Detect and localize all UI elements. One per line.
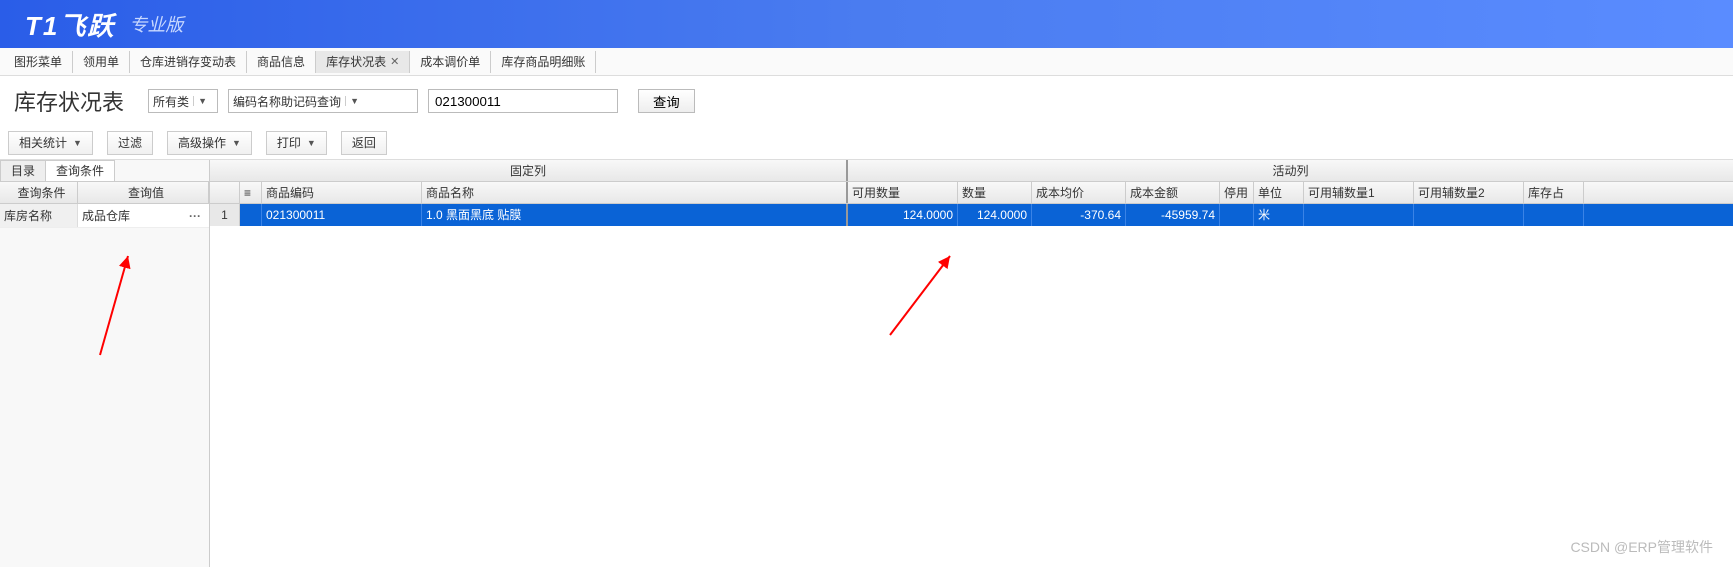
main-area: 目录 查询条件 查询条件 查询值 库房名称 成品仓库 ··· 固定列 活动列 ≡… xyxy=(0,160,1733,567)
tab-label: 商品信息 xyxy=(257,51,305,73)
advanced-button[interactable]: 高级操作 ▼ xyxy=(167,131,252,155)
col-code[interactable]: 商品编码 xyxy=(262,182,422,203)
chevron-down-icon: ▼ xyxy=(73,138,82,148)
cell-avgcost: -370.64 xyxy=(1032,204,1126,226)
sidebar-row-warehouse: 库房名称 成品仓库 ··· xyxy=(0,204,209,228)
cell-qty: 124.0000 xyxy=(958,204,1032,226)
search-field-label: 编码名称助记码查询 xyxy=(233,93,341,110)
col-aux2[interactable]: 可用辅数量2 xyxy=(1414,182,1524,203)
chevron-down-icon: ▼ xyxy=(307,138,316,148)
logo: T1飞跃 xyxy=(25,6,115,43)
col-costamt[interactable]: 成本金额 xyxy=(1126,182,1220,203)
col-name[interactable]: 商品名称 xyxy=(422,182,848,203)
cell-handle xyxy=(240,204,262,226)
query-button[interactable]: 查询 xyxy=(638,89,695,113)
watermark: CSDN @ERP管理软件 xyxy=(1570,537,1713,557)
sidebar-cond-value: 成品仓库 xyxy=(82,204,130,228)
sidebar-tab-query-cond[interactable]: 查询条件 xyxy=(45,160,115,181)
col-stock[interactable]: 库存占 xyxy=(1524,182,1584,203)
cell-stop xyxy=(1220,204,1254,226)
tab-requisition[interactable]: 领用单 xyxy=(73,51,130,73)
cell-costamt: -45959.74 xyxy=(1126,204,1220,226)
tab-label: 库存商品明细账 xyxy=(501,51,585,73)
close-icon[interactable]: ✕ xyxy=(390,51,399,73)
sidebar-header-val: 查询值 xyxy=(78,182,209,203)
sidebar-tab-catalog[interactable]: 目录 xyxy=(0,160,46,181)
col-qty[interactable]: 数量 xyxy=(958,182,1032,203)
cell-unit: 米 xyxy=(1254,204,1304,226)
group-fixed: 固定列 xyxy=(210,160,848,181)
category-value: 所有类 xyxy=(153,93,189,110)
tab-label: 库存状况表 xyxy=(326,51,386,73)
page-title: 库存状况表 xyxy=(14,85,124,117)
chevron-down-icon: ▼ xyxy=(232,138,241,148)
tab-inventory-status[interactable]: 库存状况表✕ xyxy=(316,51,410,73)
chevron-down-icon: ▼ xyxy=(345,96,363,106)
tab-strip: 图形菜单 领用单 仓库进销存变动表 商品信息 库存状况表✕ 成本调价单 库存商品… xyxy=(0,48,1733,76)
tab-label: 领用单 xyxy=(83,51,119,73)
cell-stock xyxy=(1524,204,1584,226)
chevron-down-icon: ▼ xyxy=(193,96,211,106)
edition-label: 专业版 xyxy=(129,11,183,37)
sidebar: 目录 查询条件 查询条件 查询值 库房名称 成品仓库 ··· xyxy=(0,160,210,567)
btn-label: 打印 xyxy=(277,134,301,151)
group-active: 活动列 xyxy=(848,160,1733,181)
tab-label: 图形菜单 xyxy=(14,51,62,73)
col-handle[interactable]: ≡ xyxy=(240,182,262,203)
tab-cost-adjust[interactable]: 成本调价单 xyxy=(410,51,491,73)
tab-label: 成本调价单 xyxy=(420,51,480,73)
col-stop[interactable]: 停用 xyxy=(1220,182,1254,203)
search-input[interactable] xyxy=(428,89,618,113)
col-unit[interactable]: 单位 xyxy=(1254,182,1304,203)
title-bar: 库存状况表 所有类 ▼ 编码名称助记码查询 ▼ 查询 xyxy=(0,76,1733,126)
sidebar-tabs: 目录 查询条件 xyxy=(0,160,209,182)
back-button[interactable]: 返回 xyxy=(341,131,387,155)
tab-inventory-change[interactable]: 仓库进销存变动表 xyxy=(130,51,247,73)
print-button[interactable]: 打印 ▼ xyxy=(266,131,327,155)
ellipsis-icon[interactable]: ··· xyxy=(185,204,205,228)
btn-label: 相关统计 xyxy=(19,134,67,151)
search-field-dropdown[interactable]: 编码名称助记码查询 ▼ xyxy=(228,89,418,113)
header-banner: T1飞跃 专业版 xyxy=(0,0,1733,48)
grid-group-header: 固定列 活动列 xyxy=(210,160,1733,182)
col-avail[interactable]: 可用数量 xyxy=(848,182,958,203)
cell-aux2 xyxy=(1414,204,1524,226)
filter-button[interactable]: 过滤 xyxy=(107,131,153,155)
stats-button[interactable]: 相关统计 ▼ xyxy=(8,131,93,155)
btn-label: 过滤 xyxy=(118,134,142,151)
data-grid: 固定列 活动列 ≡ 商品编码 商品名称 可用数量 数量 成本均价 成本金额 停用… xyxy=(210,160,1733,567)
tab-label: 仓库进销存变动表 xyxy=(140,51,236,73)
table-row[interactable]: 1 021300011 1.0 黑面黑底 贴膜 124.0000 124.000… xyxy=(210,204,1733,226)
cell-name: 1.0 黑面黑底 贴膜 xyxy=(422,204,848,226)
sidebar-cond-label: 库房名称 xyxy=(0,204,78,227)
tab-inventory-detail[interactable]: 库存商品明细账 xyxy=(491,51,596,73)
btn-label: 返回 xyxy=(352,134,376,151)
col-rownum xyxy=(210,182,240,203)
cell-aux1 xyxy=(1304,204,1414,226)
toolbar: 相关统计 ▼ 过滤 高级操作 ▼ 打印 ▼ 返回 xyxy=(0,126,1733,160)
sidebar-header: 查询条件 查询值 xyxy=(0,182,209,204)
col-avgcost[interactable]: 成本均价 xyxy=(1032,182,1126,203)
category-dropdown[interactable]: 所有类 ▼ xyxy=(148,89,218,113)
tab-product-info[interactable]: 商品信息 xyxy=(247,51,316,73)
cell-rownum: 1 xyxy=(210,204,240,226)
grid-columns: ≡ 商品编码 商品名称 可用数量 数量 成本均价 成本金额 停用 单位 可用辅数… xyxy=(210,182,1733,204)
cell-avail: 124.0000 xyxy=(848,204,958,226)
sidebar-cond-value-cell[interactable]: 成品仓库 ··· xyxy=(78,204,209,227)
cell-code: 021300011 xyxy=(262,204,422,226)
sidebar-header-cond: 查询条件 xyxy=(0,182,78,203)
col-aux1[interactable]: 可用辅数量1 xyxy=(1304,182,1414,203)
tab-graphic-menu[interactable]: 图形菜单 xyxy=(4,51,73,73)
btn-label: 高级操作 xyxy=(178,134,226,151)
